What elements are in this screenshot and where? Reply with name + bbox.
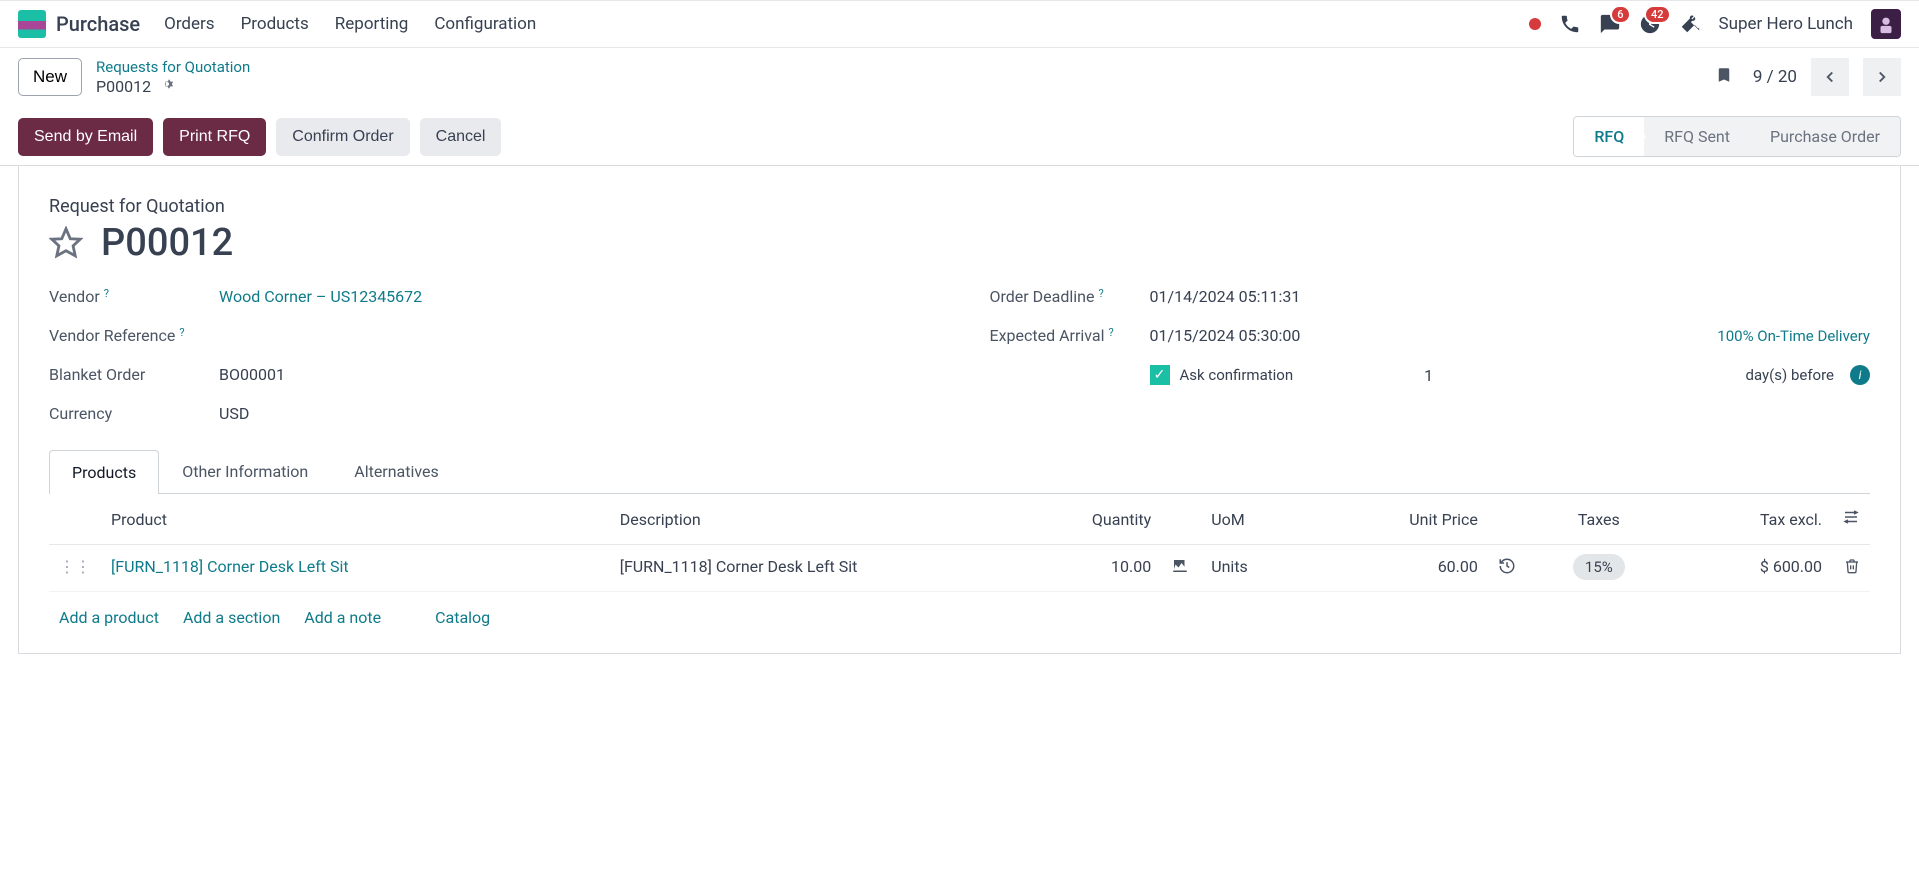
column-settings-icon[interactable] bbox=[1832, 494, 1870, 545]
col-tax-excl[interactable]: Tax excl. bbox=[1670, 494, 1832, 545]
currency-field[interactable]: USD bbox=[219, 404, 249, 423]
breadcrumb-parent[interactable]: Requests for Quotation bbox=[96, 58, 250, 76]
messages-badge: 6 bbox=[1610, 5, 1630, 24]
taxes-cell[interactable]: 15% bbox=[1573, 554, 1625, 580]
record-title: P00012 bbox=[101, 221, 233, 265]
pager-prev-button[interactable] bbox=[1811, 58, 1849, 96]
col-uom[interactable]: UoM bbox=[1201, 494, 1313, 545]
avatar[interactable] bbox=[1871, 9, 1901, 39]
order-lines-table: Product Description Quantity UoM Unit Pr… bbox=[49, 494, 1870, 592]
delete-row-icon[interactable] bbox=[1844, 560, 1860, 579]
app-name[interactable]: Purchase bbox=[56, 12, 140, 36]
status-bar: RFQ RFQ Sent Purchase Order bbox=[1573, 116, 1901, 157]
quantity-cell[interactable]: 10.00 bbox=[1005, 545, 1162, 592]
days-before-label: day(s) before bbox=[1746, 366, 1834, 384]
catalog-link[interactable]: Catalog bbox=[435, 608, 490, 627]
help-icon[interactable]: ? bbox=[179, 326, 184, 339]
user-menu[interactable]: Super Hero Lunch bbox=[1719, 14, 1853, 34]
forecast-icon[interactable] bbox=[1171, 560, 1189, 579]
activities-icon[interactable]: 42 bbox=[1639, 13, 1661, 35]
breadcrumb-current: P00012 bbox=[96, 77, 151, 96]
status-rfq[interactable]: RFQ bbox=[1574, 117, 1644, 156]
tools-icon[interactable] bbox=[1679, 13, 1701, 35]
voip-icon[interactable] bbox=[1559, 13, 1581, 35]
top-navbar: Purchase Orders Products Reporting Confi… bbox=[0, 0, 1919, 48]
nav-reporting[interactable]: Reporting bbox=[335, 14, 409, 34]
ask-confirmation-checkbox[interactable]: ✓ bbox=[1150, 365, 1170, 385]
messages-icon[interactable]: 6 bbox=[1599, 13, 1621, 35]
unit-price-cell[interactable]: 60.00 bbox=[1313, 545, 1488, 592]
gear-icon[interactable] bbox=[159, 76, 175, 96]
pager-position[interactable]: 9 / 20 bbox=[1753, 67, 1797, 87]
status-rfq-sent[interactable]: RFQ Sent bbox=[1644, 117, 1750, 156]
help-icon[interactable]: ? bbox=[1099, 287, 1104, 300]
on-time-delivery-link[interactable]: 100% On-Time Delivery bbox=[1717, 327, 1870, 345]
vendor-label: Vendor? bbox=[49, 287, 219, 306]
col-taxes[interactable]: Taxes bbox=[1528, 494, 1670, 545]
pager-next-button[interactable] bbox=[1863, 58, 1901, 96]
confirm-order-button[interactable]: Confirm Order bbox=[276, 118, 409, 156]
actions-bar: Send by Email Print RFQ Confirm Order Ca… bbox=[0, 108, 1919, 166]
form-sheet: Request for Quotation P00012 Vendor? Woo… bbox=[18, 166, 1901, 654]
product-cell[interactable]: [FURN_1118] Corner Desk Left Sit bbox=[111, 557, 349, 576]
uom-cell[interactable]: Units bbox=[1201, 545, 1313, 592]
add-section-link[interactable]: Add a section bbox=[183, 608, 280, 627]
priority-star-icon[interactable] bbox=[49, 226, 83, 260]
expected-arrival-field[interactable]: 01/15/2024 05:30:00 bbox=[1150, 326, 1301, 345]
table-row[interactable]: ⋮⋮ [FURN_1118] Corner Desk Left Sit [FUR… bbox=[49, 545, 1870, 592]
vendor-field[interactable]: Wood Corner – US12345672 bbox=[219, 287, 422, 306]
breadcrumb: New Requests for Quotation P00012 9 / 20 bbox=[0, 48, 1919, 108]
tab-other-information[interactable]: Other Information bbox=[159, 449, 331, 493]
history-icon[interactable] bbox=[1498, 560, 1516, 579]
add-note-link[interactable]: Add a note bbox=[304, 608, 381, 627]
add-product-link[interactable]: Add a product bbox=[59, 608, 159, 627]
col-description[interactable]: Description bbox=[610, 494, 1005, 545]
col-unit-price[interactable]: Unit Price bbox=[1313, 494, 1488, 545]
description-cell[interactable]: [FURN_1118] Corner Desk Left Sit bbox=[610, 545, 1005, 592]
col-product[interactable]: Product bbox=[101, 494, 610, 545]
help-icon[interactable]: ? bbox=[104, 287, 109, 300]
table-actions: Add a product Add a section Add a note C… bbox=[49, 592, 1870, 643]
status-purchase-order[interactable]: Purchase Order bbox=[1750, 117, 1900, 156]
bookmark-icon[interactable] bbox=[1715, 64, 1733, 90]
tax-excl-cell: $ 600.00 bbox=[1670, 545, 1832, 592]
blanket-order-field[interactable]: BO00001 bbox=[219, 365, 285, 384]
vendor-ref-label: Vendor Reference? bbox=[49, 326, 219, 345]
drag-handle-icon[interactable]: ⋮⋮ bbox=[59, 557, 91, 576]
expected-arrival-label: Expected Arrival? bbox=[990, 326, 1150, 345]
print-rfq-button[interactable]: Print RFQ bbox=[163, 118, 266, 156]
new-button[interactable]: New bbox=[18, 58, 82, 96]
send-email-button[interactable]: Send by Email bbox=[18, 118, 153, 156]
nav-configuration[interactable]: Configuration bbox=[434, 14, 536, 34]
info-icon[interactable]: i bbox=[1850, 365, 1870, 385]
order-deadline-label: Order Deadline? bbox=[990, 287, 1150, 306]
nav-products[interactable]: Products bbox=[241, 14, 309, 34]
ask-confirmation-label: Ask confirmation bbox=[1180, 366, 1294, 384]
order-deadline-field[interactable]: 01/14/2024 05:11:31 bbox=[1150, 287, 1301, 306]
col-quantity[interactable]: Quantity bbox=[1005, 494, 1162, 545]
currency-label: Currency bbox=[49, 404, 219, 423]
status-dot-icon bbox=[1529, 18, 1541, 30]
blanket-order-label: Blanket Order bbox=[49, 365, 219, 384]
tab-products[interactable]: Products bbox=[49, 450, 159, 494]
cancel-button[interactable]: Cancel bbox=[420, 118, 502, 156]
activities-badge: 42 bbox=[1644, 5, 1671, 24]
app-logo[interactable] bbox=[18, 10, 46, 38]
ask-confirmation-days-field[interactable]: 1 bbox=[1303, 366, 1433, 385]
help-icon[interactable]: ? bbox=[1108, 326, 1113, 339]
form-subtitle: Request for Quotation bbox=[49, 196, 1870, 217]
tabs: Products Other Information Alternatives bbox=[49, 449, 1870, 494]
tab-alternatives[interactable]: Alternatives bbox=[331, 449, 462, 493]
nav-orders[interactable]: Orders bbox=[164, 14, 214, 34]
